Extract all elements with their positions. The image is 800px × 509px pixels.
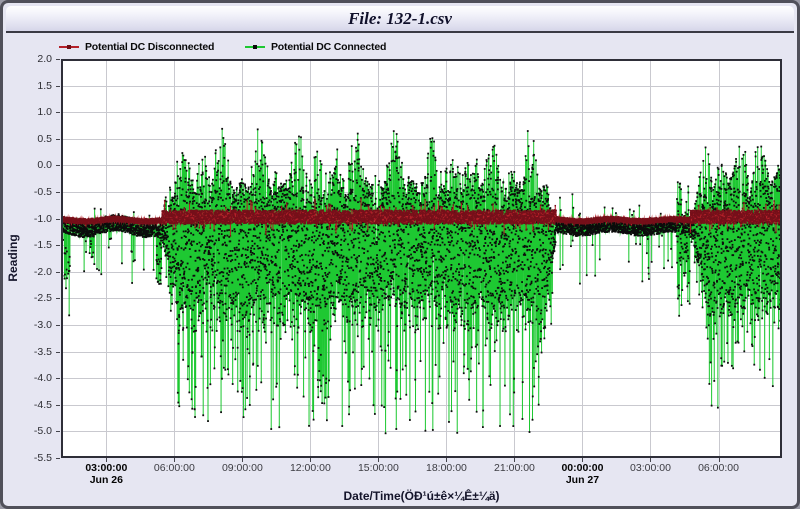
y-tick-mark	[56, 272, 60, 273]
x-tick-mark	[514, 458, 515, 462]
x-tick-date-label: Jun 26	[64, 474, 148, 486]
y-tick-mark	[56, 352, 60, 353]
y-tick-label: -1.0	[3, 213, 52, 225]
y-tick-label: 1.0	[3, 106, 52, 118]
legend-marker-red-icon	[59, 46, 79, 48]
y-tick-mark	[56, 165, 60, 166]
legend-item-disconnected[interactable]: Potential DC Disconnected	[59, 40, 214, 54]
x-tick-mark	[650, 458, 651, 462]
title-bar: File: 132-1.csv	[6, 6, 794, 33]
x-tick-mark	[446, 458, 447, 462]
legend-marker-green-icon	[245, 46, 265, 48]
x-tick-date-label: Jun 27	[540, 474, 624, 486]
plot-area-canvas[interactable]	[61, 59, 782, 458]
y-tick-mark	[56, 219, 60, 220]
y-tick-mark	[56, 405, 60, 406]
y-tick-mark	[56, 325, 60, 326]
y-tick-label: -2.0	[3, 266, 52, 278]
y-tick-mark	[56, 139, 60, 140]
y-axis-title: Reading	[6, 218, 20, 298]
y-tick-mark	[56, 298, 60, 299]
y-tick-label: -3.0	[3, 319, 52, 331]
y-tick-label: 0.0	[3, 159, 52, 171]
legend-label: Potential DC Disconnected	[85, 41, 214, 53]
x-tick-mark	[242, 458, 243, 462]
x-tick-mark	[310, 458, 311, 462]
y-tick-label: -5.5	[3, 452, 52, 464]
legend-item-connected[interactable]: Potential DC Connected	[245, 40, 386, 54]
y-tick-mark	[56, 112, 60, 113]
y-tick-mark	[56, 59, 60, 60]
x-tick-mark	[174, 458, 175, 462]
y-tick-mark	[56, 431, 60, 432]
x-tick-mark	[106, 458, 107, 462]
y-tick-mark	[56, 192, 60, 193]
chart-window: File: 132-1.csv Potential DC Disconnecte…	[0, 0, 800, 509]
x-tick-mark	[378, 458, 379, 462]
y-tick-mark	[56, 378, 60, 379]
y-tick-label: -0.5	[3, 186, 52, 198]
y-tick-label: -5.0	[3, 425, 52, 437]
y-tick-label: 2.0	[3, 53, 52, 65]
y-tick-label: -1.5	[3, 239, 52, 251]
x-tick-label: 06:00:00	[677, 462, 761, 474]
x-tick-mark	[719, 458, 720, 462]
x-axis-title: Date/Time(ÖÐ¹ú±ê×¼Ê±¼ä)	[222, 489, 622, 503]
legend-label: Potential DC Connected	[271, 41, 386, 53]
y-tick-mark	[56, 458, 60, 459]
window-title: File: 132-1.csv	[348, 9, 452, 29]
y-tick-label: 1.5	[3, 80, 52, 92]
y-tick-label: -4.5	[3, 399, 52, 411]
x-tick-mark	[582, 458, 583, 462]
y-tick-label: -4.0	[3, 372, 52, 384]
y-tick-label: -3.5	[3, 346, 52, 358]
y-tick-mark	[56, 86, 60, 87]
y-tick-mark	[56, 245, 60, 246]
y-tick-label: 0.5	[3, 133, 52, 145]
y-tick-label: -2.5	[3, 292, 52, 304]
